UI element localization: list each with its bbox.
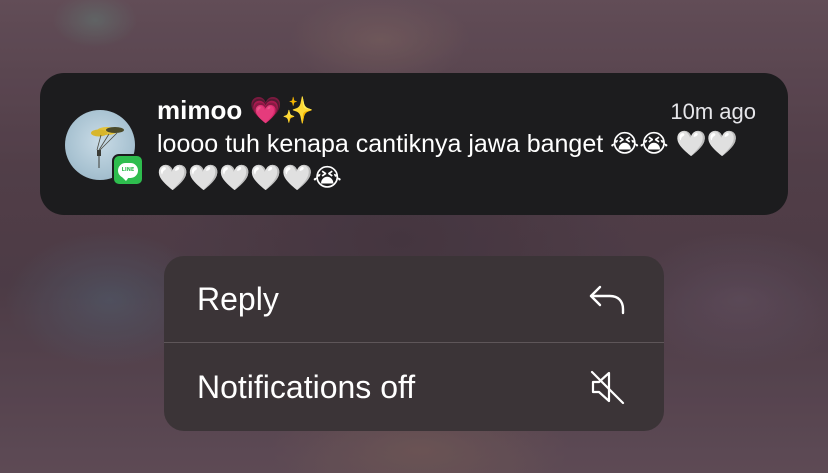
- notifications-off-label: Notifications off: [197, 368, 416, 405]
- sender-avatar-container: LINE: [65, 110, 144, 186]
- notification-message: loooo tuh kenapa cantiknya jawa banget 😭…: [157, 130, 738, 192]
- speaker-muted-icon: [590, 370, 625, 405]
- reply-arrow-icon: [589, 285, 625, 315]
- line-app-icon: LINE: [112, 154, 144, 186]
- menu-divider: [164, 342, 664, 343]
- reply-button[interactable]: Reply: [164, 256, 664, 342]
- notification-banner[interactable]: LINE mimoo 💗✨ 10m ago loooo tuh kenapa c…: [40, 73, 788, 215]
- sender-name: mimoo 💗✨: [157, 95, 315, 125]
- line-badge-text: LINE: [121, 167, 135, 173]
- notification-context-menu: Reply Notifications off: [164, 256, 664, 431]
- reply-label: Reply: [197, 280, 279, 317]
- notification-timestamp: 10m ago: [670, 99, 756, 124]
- notifications-off-button[interactable]: Notifications off: [164, 344, 664, 430]
